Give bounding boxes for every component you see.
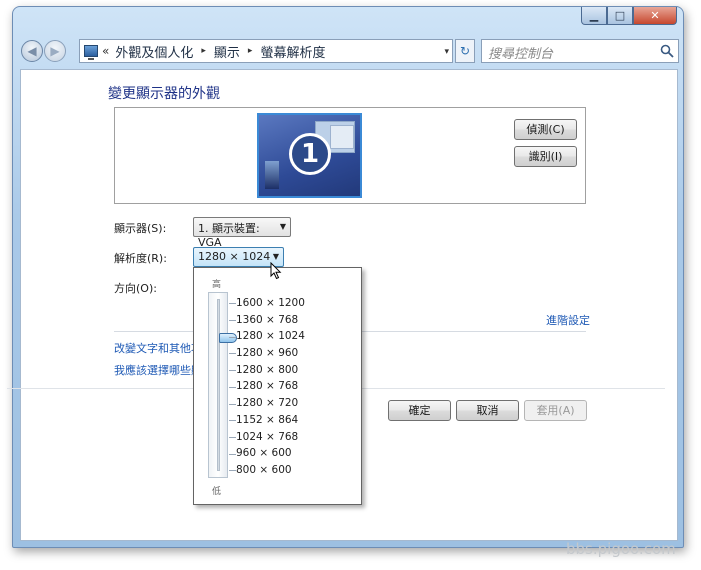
breadcrumb-appearance[interactable]: 外觀及個人化 [115, 42, 193, 61]
slider-tick [229, 470, 236, 472]
slider-high-label: 高 [212, 280, 222, 290]
advanced-settings-link[interactable]: 進階設定 [546, 312, 590, 328]
resolution-option[interactable]: 1360 × 768 [236, 312, 305, 329]
resolution-option[interactable]: 960 × 600 [236, 445, 305, 462]
forward-button[interactable]: ▶ [44, 40, 66, 62]
address-overflow-chevron[interactable]: « [102, 44, 109, 58]
search-icon[interactable] [660, 44, 674, 58]
which-settings-link[interactable]: 我應該選擇哪些顯 [114, 362, 202, 378]
resolution-option[interactable]: 1280 × 960 [236, 345, 305, 362]
slider-low-label: 低 [212, 487, 222, 497]
slider-thumb[interactable] [219, 332, 237, 343]
address-dropdown-icon[interactable]: ▾ [444, 47, 449, 57]
search-placeholder: 搜尋控制台 [488, 47, 554, 62]
resolution-select-value: 1280 × 1024 [198, 250, 271, 263]
breadcrumb-display[interactable]: 顯示 [214, 42, 240, 61]
caption-buttons: ▁ □ ✕ [581, 7, 677, 27]
mouse-pointer-icon [270, 262, 282, 280]
breadcrumb-separator-icon[interactable]: ▸ [201, 46, 206, 56]
detect-button[interactable]: 偵測(C) [514, 119, 577, 140]
orientation-label: 方向(O): [114, 282, 157, 295]
watermark-text: bbs.pigoo.com [566, 540, 676, 558]
resolution-options: 1600 × 1200 1360 × 768 1280 × 1024 1280 … [236, 295, 305, 479]
slider-tick [229, 336, 236, 338]
apply-button[interactable]: 套用(A) [524, 400, 587, 421]
resolution-option[interactable]: 800 × 600 [236, 462, 305, 479]
display-label: 顯示器(S): [114, 222, 167, 235]
maximize-button[interactable]: □ [607, 7, 633, 25]
address-bar[interactable]: « 外觀及個人化 ▸ 顯示 ▸ 螢幕解析度 ▾ [79, 39, 453, 63]
chevron-down-icon: ▼ [279, 222, 286, 231]
chevron-down-icon: ▼ [272, 252, 279, 261]
slider-tick [229, 453, 236, 455]
breadcrumb-separator-icon[interactable]: ▸ [248, 46, 253, 56]
identify-button[interactable]: 識別(I) [514, 146, 577, 167]
monitor-number-badge: 1 [289, 133, 331, 175]
resolution-option[interactable]: 1152 × 864 [236, 412, 305, 429]
resolution-slider[interactable] [208, 292, 237, 478]
resolution-option[interactable]: 1280 × 1024 [236, 328, 305, 345]
taskbar-graphic [265, 161, 279, 189]
control-panel-icon [84, 45, 98, 60]
minimize-button[interactable]: ▁ [581, 7, 607, 25]
page-title: 變更顯示器的外觀 [108, 86, 220, 102]
display-select[interactable]: 1. 顯示裝置: VGA ▼ [193, 217, 291, 249]
monitor-1-thumbnail[interactable]: 1 [257, 113, 362, 198]
cancel-button[interactable]: 取消 [456, 400, 519, 421]
resolution-label: 解析度(R): [114, 252, 167, 265]
resolution-option[interactable]: 1600 × 1200 [236, 295, 305, 312]
slider-tick [229, 386, 236, 388]
resolution-option[interactable]: 1280 × 800 [236, 362, 305, 379]
slider-tick [229, 420, 236, 422]
refresh-button[interactable]: ↻ [455, 39, 475, 63]
slider-tick [229, 320, 236, 322]
slider-tick [229, 403, 236, 405]
slider-tick [229, 353, 236, 355]
text-size-link[interactable]: 改變文字和其他項 [114, 340, 202, 356]
slider-tick [229, 436, 236, 438]
slider-tick [229, 303, 236, 305]
resolution-option[interactable]: 1280 × 720 [236, 395, 305, 412]
slider-tick [229, 370, 236, 372]
slider-groove [217, 299, 220, 471]
close-button[interactable]: ✕ [633, 7, 677, 25]
search-input[interactable]: 搜尋控制台 [481, 39, 679, 63]
breadcrumb-screen-resolution[interactable]: 螢幕解析度 [260, 42, 325, 61]
back-button[interactable]: ◀ [21, 40, 43, 62]
resolution-option[interactable]: 1024 × 768 [236, 429, 305, 446]
resolution-dropdown-popup: 高 1600 × 1200 1360 × 768 1280 × 1024 128… [193, 267, 362, 505]
ok-button[interactable]: 確定 [388, 400, 451, 421]
resolution-option[interactable]: 1280 × 768 [236, 378, 305, 395]
